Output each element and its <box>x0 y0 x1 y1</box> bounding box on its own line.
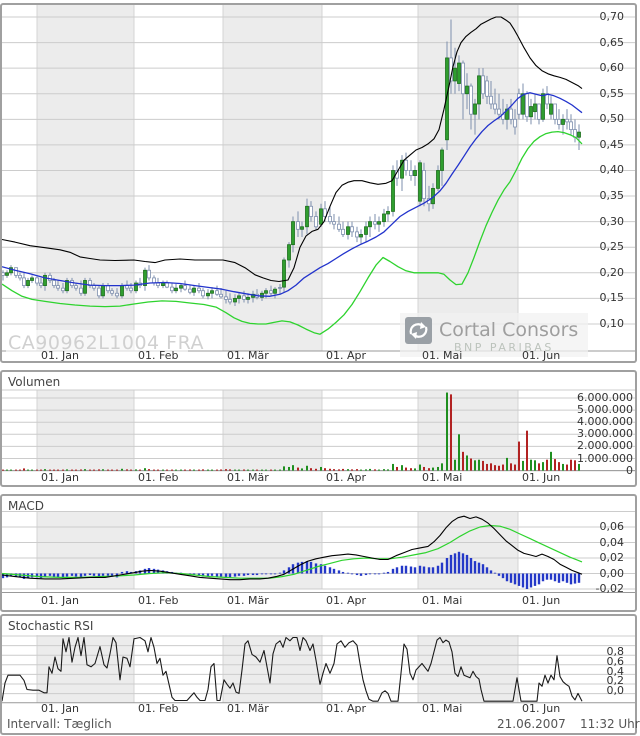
volume-axis-label: 5.000.000 <box>577 403 633 416</box>
circular-arrows-icon <box>405 317 432 344</box>
volume-chart-svg <box>2 372 635 485</box>
month-label: 01. Jan <box>41 349 79 362</box>
price-axis-label: 0,10 <box>600 317 625 330</box>
price-axis-label: 0,35 <box>600 189 625 202</box>
interval-label: Intervall: Tæglich <box>7 717 112 731</box>
volume-axis-label: 2.000.000 <box>577 439 633 452</box>
month-label: 01. Jun <box>522 471 560 484</box>
price-axis-label: 0,20 <box>600 266 625 279</box>
price-axis-label: 0,60 <box>600 61 625 74</box>
stock-chart-app: Volumen MACD Stochastic RSI Intervall: T… <box>0 0 640 736</box>
month-label: 01. Mär <box>227 349 269 362</box>
month-label: 01. Mär <box>227 702 269 715</box>
month-label: 01. Mai <box>422 702 462 715</box>
month-label: 01. Feb <box>138 702 178 715</box>
macd-panel-title: MACD <box>8 499 44 513</box>
macd-axis-label: 0,04 <box>600 536 625 549</box>
month-label: 01. Mai <box>422 594 462 607</box>
logo-brand-text: Cortal Consors <box>439 319 578 341</box>
month-label: 01. Apr <box>326 349 366 362</box>
macd-axis-label: 0,06 <box>600 520 625 533</box>
price-axis-label: 0,50 <box>600 112 625 125</box>
month-label: 01. Mai <box>422 471 462 484</box>
volume-axis-label: 6.000.000 <box>577 391 633 404</box>
month-label: 01. Apr <box>326 594 366 607</box>
price-chart-svg: CA90962L1004 FRACortal ConsorsBNP PARIBA… <box>2 5 635 361</box>
macd-axis-label: 0,00 <box>600 567 625 580</box>
price-axis-label: 0,30 <box>600 215 625 228</box>
month-label: 01. Mär <box>227 594 269 607</box>
price-axis-label: 0,55 <box>600 87 625 100</box>
stochastic-rsi-chart-svg <box>2 616 635 733</box>
price-axis-label: 0,70 <box>600 10 625 23</box>
stochastic-rsi-panel-title: Stochastic RSI <box>8 619 93 633</box>
macd-axis-label: 0,02 <box>600 551 625 564</box>
month-label: 01. Mai <box>422 349 462 362</box>
month-label: 01. Feb <box>138 349 178 362</box>
month-label: 01. Jan <box>41 471 79 484</box>
volume-axis-label: 4.000.000 <box>577 415 633 428</box>
price-axis-label: 0,15 <box>600 291 625 304</box>
stochastic-axis-label: 0,0 <box>607 684 625 697</box>
price-axis-label: 0,45 <box>600 138 625 151</box>
date-label: 21.06.2007 <box>497 717 566 731</box>
month-label: 01. Jan <box>41 702 79 715</box>
volume-axis-label: 3.000.000 <box>577 427 633 440</box>
price-axis-label: 0,25 <box>600 240 625 253</box>
volume-axis-label: 1.000.000 <box>577 452 633 465</box>
macd-axis-label: -0,02 <box>596 582 624 595</box>
month-label: 01. Jun <box>522 702 560 715</box>
macd-chart-svg <box>2 496 635 610</box>
price-axis-label: 0,65 <box>600 36 625 49</box>
month-label: 01. Mär <box>227 471 269 484</box>
month-label: 01. Jan <box>41 594 79 607</box>
month-label: 01. Feb <box>138 594 178 607</box>
time-label: 11:32 Uhr <box>580 717 640 731</box>
month-label: 01. Jun <box>522 594 560 607</box>
month-label: 01. Apr <box>326 702 366 715</box>
month-label: 01. Feb <box>138 471 178 484</box>
month-label: 01. Apr <box>326 471 366 484</box>
volume-axis-label: 0 <box>626 464 633 477</box>
price-axis-label: 0,40 <box>600 163 625 176</box>
month-label: 01. Jun <box>522 349 560 362</box>
volume-panel-title: Volumen <box>8 375 60 389</box>
